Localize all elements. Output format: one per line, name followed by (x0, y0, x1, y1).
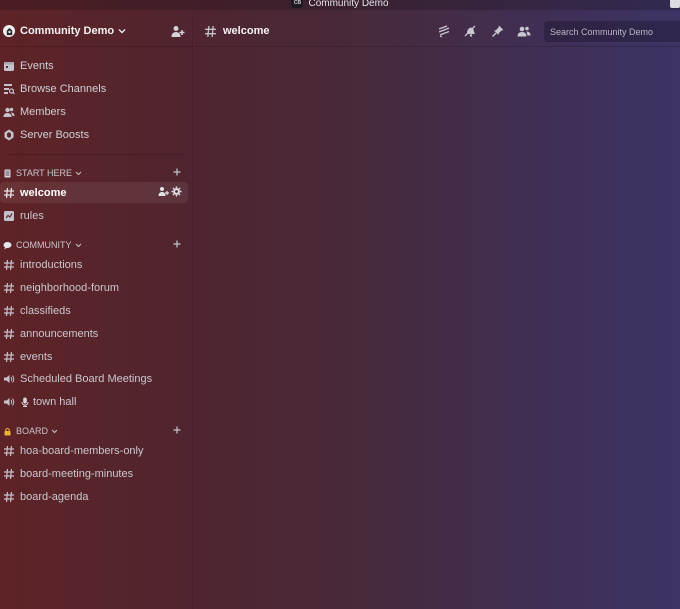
channel-label: neighborhood-forum (20, 281, 120, 294)
hash-icon (2, 350, 16, 364)
nav-item-label: Browse Channels (20, 83, 107, 95)
lock-icon (3, 426, 13, 436)
channel-label: welcome (20, 186, 67, 199)
search-input[interactable] (544, 21, 680, 42)
channel-classifieds[interactable]: classifieds (0, 300, 188, 321)
server-header[interactable]: Community Demo (0, 16, 193, 47)
channel-introductions[interactable]: introductions (0, 254, 188, 275)
nav-item-label: Server Boosts (20, 129, 90, 141)
chevron-down-icon (51, 428, 58, 435)
invite-people-icon[interactable] (171, 25, 185, 38)
hash-icon (2, 467, 16, 481)
channel-title: welcome (223, 25, 270, 37)
window-title-bar: CB Community Demo (0, 0, 680, 10)
category-label: COMMUNITY (16, 240, 72, 250)
channel-announcements[interactable]: announcements (0, 323, 188, 344)
category-board[interactable]: BOARD (0, 424, 190, 438)
channel-label: board-meeting-minutes (20, 467, 134, 480)
rules-channel-icon (2, 209, 16, 223)
channel-board-agenda[interactable]: board-agenda (0, 486, 188, 507)
channel-label: board-agenda (20, 490, 89, 503)
nav-item-members[interactable]: Members (0, 102, 66, 122)
add-channel-icon[interactable] (172, 239, 182, 249)
chevron-down-icon (118, 27, 126, 35)
calendar-icon (2, 59, 16, 73)
server-name: Community Demo (20, 25, 115, 37)
browse-channels-icon (2, 82, 16, 96)
add-channel-icon[interactable] (172, 167, 182, 177)
channel-label: classifieds (20, 304, 71, 317)
channel-label: introductions (20, 258, 83, 271)
channel-welcome[interactable]: welcome (0, 182, 188, 203)
channel-label: hoa-board-members-only (20, 444, 144, 457)
channel-town-hall[interactable]: town hall (0, 391, 188, 412)
create-invite-icon[interactable] (158, 186, 169, 197)
pin-icon[interactable] (491, 24, 505, 38)
hash-icon (2, 327, 16, 341)
chevron-down-icon (75, 242, 82, 249)
nav-item-label: Members (20, 106, 66, 118)
chevron-down-icon (75, 170, 82, 177)
book-icon (3, 168, 13, 178)
channel-board-meeting-minutes[interactable]: board-meeting-minutes (0, 463, 188, 484)
threads-icon[interactable] (437, 24, 451, 38)
nav-item-browse-channels[interactable]: Browse Channels (0, 79, 106, 99)
speech-bubble-icon (3, 240, 13, 250)
hash-icon (2, 258, 16, 272)
category-community[interactable]: COMMUNITY (0, 238, 190, 252)
sidebar-divider (8, 154, 184, 155)
window-control-icon[interactable] (670, 0, 680, 8)
channel-scheduled-board-meetings[interactable]: Scheduled Board Meetings (0, 368, 188, 389)
notification-muted-icon[interactable] (463, 24, 477, 38)
hash-icon (204, 24, 218, 38)
gear-icon[interactable] (171, 186, 182, 197)
category-label: START HERE (16, 168, 73, 178)
channel-label: events (20, 350, 53, 363)
category-label: BOARD (16, 426, 49, 436)
member-list-icon[interactable] (517, 24, 531, 38)
hash-icon (2, 304, 16, 318)
hash-icon (2, 490, 16, 504)
channel-label: rules (20, 209, 44, 222)
channel-header: welcome (194, 16, 680, 47)
members-icon (2, 105, 16, 119)
microphone-icon (20, 397, 30, 407)
category-start-here[interactable]: START HERE (0, 166, 190, 180)
hash-icon (2, 444, 16, 458)
hash-icon (2, 186, 16, 200)
server-icon (3, 25, 15, 37)
channel-label: town hall (33, 395, 77, 408)
nav-item-server-boosts[interactable]: Server Boosts (0, 125, 89, 145)
nav-item-events[interactable]: Events (0, 56, 54, 76)
channel-rules[interactable]: rules (0, 205, 188, 226)
channel-neighborhood-forum[interactable]: neighborhood-forum (0, 277, 188, 298)
speaker-icon (2, 372, 16, 386)
channel-label: Scheduled Board Meetings (20, 372, 153, 385)
hash-icon (2, 281, 16, 295)
channel-hoa-board-members-only[interactable]: hoa-board-members-only (0, 440, 188, 461)
channel-events[interactable]: events (0, 346, 188, 367)
channel-sidebar: Community Demo Events Browse Channels Me… (0, 16, 193, 609)
boost-icon (2, 128, 16, 142)
nav-item-label: Events (20, 60, 54, 72)
add-channel-icon[interactable] (172, 425, 182, 435)
channel-label: announcements (20, 327, 99, 340)
window-title: Community Demo (308, 0, 389, 9)
app-badge: CB (291, 0, 304, 8)
speaker-icon (2, 395, 16, 409)
